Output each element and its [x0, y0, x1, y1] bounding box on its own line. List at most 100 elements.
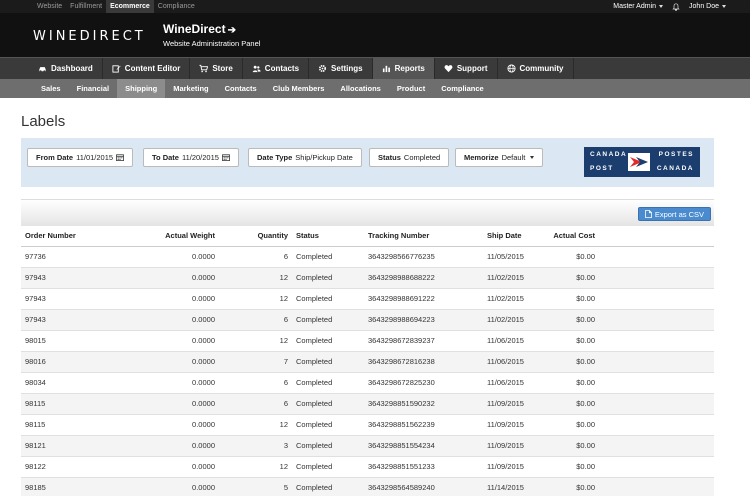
sub-nav-club-members[interactable]: Club Members	[265, 79, 333, 98]
main-nav-settings[interactable]: Settings	[309, 58, 373, 79]
brand-name-link[interactable]: WineDirect ➔	[163, 22, 260, 36]
status-cell: Completed	[292, 351, 364, 373]
table-row[interactable]: 97943 0.0000 12 Completed 3643298988688222 11…	[21, 267, 714, 289]
sub-nav-allocations[interactable]: Allocations	[332, 79, 388, 98]
spacer-cell	[599, 456, 714, 478]
from-date-value: 11/01/2015	[76, 153, 114, 162]
sub-nav-marketing[interactable]: Marketing	[165, 79, 216, 98]
col-status[interactable]: Status	[292, 226, 364, 247]
status-cell: Completed	[292, 330, 364, 352]
user-menu[interactable]: John Doe	[689, 3, 726, 10]
brand-subtitle: Website Administration Panel	[163, 39, 261, 48]
bell-icon[interactable]	[672, 2, 680, 11]
sub-nav-financial[interactable]: Financial	[69, 79, 118, 98]
actual-cost-cell: $0.00	[545, 393, 599, 415]
col-order-number[interactable]: Order Number	[21, 226, 137, 247]
actual-cost-cell: $0.00	[545, 309, 599, 331]
ship-date-cell: 11/02/2015	[483, 267, 545, 289]
col-tracking-number[interactable]: Tracking Number	[364, 226, 483, 247]
table-body: 97736 0.0000 6 Completed 3643298566776235 11/…	[21, 246, 714, 496]
table-row[interactable]: 97943 0.0000 12 Completed 3643298988691222 11…	[21, 288, 714, 310]
tracking-number-cell: 3643298851562239	[364, 414, 483, 436]
sub-nav-product[interactable]: Product	[389, 79, 433, 98]
main-nav-store[interactable]: Store	[190, 58, 243, 79]
ship-date-cell: 11/06/2015	[483, 330, 545, 352]
table-row[interactable]: 98115 0.0000 6 Completed 3643298851590232 11/…	[21, 393, 714, 415]
memorize-value: Default	[501, 153, 526, 162]
labels-table-panel: Export as CSV Order Number Actual Weight…	[21, 199, 714, 496]
memorize-dropdown[interactable]: Memorize Default	[455, 148, 544, 167]
main-nav-contacts[interactable]: Contacts	[243, 58, 310, 79]
car-icon	[39, 67, 46, 73]
export-csv-button[interactable]: Export as CSV	[637, 207, 711, 221]
canada-post-logo: CANADA POSTES POST CANADA	[584, 147, 700, 177]
logo-text: POST	[590, 165, 614, 172]
status-value: Completed	[403, 153, 441, 162]
actual-cost-cell: $0.00	[545, 246, 599, 268]
sub-nav-sales[interactable]: Sales	[33, 79, 69, 98]
ship-date-cell: 11/09/2015	[483, 456, 545, 478]
actual-weight-cell: 0.0000	[137, 372, 219, 394]
col-quantity[interactable]: Quantity	[219, 226, 292, 247]
table-row[interactable]: 97736 0.0000 6 Completed 3643298566776235 11/…	[21, 246, 714, 268]
tracking-number-cell: 3643298672825230	[364, 372, 483, 394]
quantity-cell: 6	[219, 393, 292, 415]
page-title: Labels	[21, 113, 66, 130]
table-row[interactable]: 98121 0.0000 3 Completed 3643298851554234 11/…	[21, 435, 714, 457]
cart-icon	[199, 64, 209, 73]
top-strip: Website Fulfillment Ecommerce Compliance…	[0, 0, 750, 13]
date-type-select[interactable]: Date Type Ship/Pickup Date	[248, 148, 362, 167]
ship-date-cell: 11/02/2015	[483, 288, 545, 310]
table-row[interactable]: 98034 0.0000 6 Completed 3643298672825230 11/…	[21, 372, 714, 394]
order-number-cell: 97736	[21, 246, 137, 268]
gear-icon	[319, 64, 327, 73]
sub-nav-compliance[interactable]: Compliance	[433, 79, 492, 98]
sub-nav-contacts[interactable]: Contacts	[217, 79, 265, 98]
col-actual-cost[interactable]: Actual Cost	[545, 226, 599, 247]
calendar-icon	[222, 154, 230, 161]
spacer-cell	[599, 330, 714, 352]
to-date-picker[interactable]: To Date 11/20/2015	[143, 148, 239, 167]
labels-table: Order Number Actual Weight Quantity Stat…	[21, 226, 714, 496]
main-nav-dashboard[interactable]: Dashboard	[29, 58, 103, 79]
main-nav: Dashboard Content Editor Store Contacts …	[0, 57, 750, 79]
actual-weight-cell: 0.0000	[137, 393, 219, 415]
bar-chart-icon	[382, 65, 390, 73]
table-row[interactable]: 98015 0.0000 12 Completed 3643298672839237 11…	[21, 330, 714, 352]
table-row[interactable]: 98185 0.0000 5 Completed 3643298564589240 11/…	[21, 477, 714, 496]
table-row[interactable]: 98122 0.0000 12 Completed 3643298851551233 11…	[21, 456, 714, 478]
chevron-down-icon	[722, 4, 726, 8]
status-label: Status	[378, 153, 401, 162]
tracking-number-cell: 3643298988694223	[364, 309, 483, 331]
sub-nav-shipping[interactable]: Shipping	[117, 79, 166, 98]
main-nav-support[interactable]: Support	[435, 58, 498, 79]
spacer-cell	[599, 351, 714, 373]
col-ship-date[interactable]: Ship Date	[483, 226, 545, 247]
context-link-ecommerce[interactable]: Ecommerce	[106, 0, 154, 13]
ship-date-cell: 11/06/2015	[483, 351, 545, 373]
table-row[interactable]: 98016 0.0000 7 Completed 3643298672816238 11/…	[21, 351, 714, 373]
ship-date-cell: 11/09/2015	[483, 393, 545, 415]
table-row[interactable]: 98115 0.0000 12 Completed 3643298851562239 11…	[21, 414, 714, 436]
tracking-number-cell: 3643298566776235	[364, 246, 483, 268]
main-nav-community[interactable]: Community	[498, 58, 574, 79]
actual-cost-cell: $0.00	[545, 351, 599, 373]
context-link-compliance[interactable]: Compliance	[154, 0, 199, 13]
context-link-fulfillment[interactable]: Fulfillment	[66, 0, 106, 13]
context-link-website[interactable]: Website	[33, 0, 66, 13]
col-actual-weight[interactable]: Actual Weight	[137, 226, 219, 247]
sub-nav: Sales Financial Shipping Marketing Conta…	[0, 79, 750, 98]
status-select[interactable]: Status Completed	[369, 148, 450, 167]
order-number-cell: 98122	[21, 456, 137, 478]
main-nav-reports[interactable]: Reports	[372, 58, 435, 79]
order-number-cell: 98034	[21, 372, 137, 394]
quantity-cell: 12	[219, 330, 292, 352]
winedirect-logo[interactable]: WINEDIRECT	[33, 29, 146, 44]
main-nav-content-editor[interactable]: Content Editor	[103, 58, 191, 79]
quantity-cell: 7	[219, 351, 292, 373]
table-row[interactable]: 97943 0.0000 6 Completed 3643298988694223 11/…	[21, 309, 714, 331]
from-date-picker[interactable]: From Date 11/01/2015	[27, 148, 134, 167]
actual-weight-cell: 0.0000	[137, 288, 219, 310]
spacer-cell	[599, 309, 714, 331]
master-admin-menu[interactable]: Master Admin	[613, 3, 664, 10]
